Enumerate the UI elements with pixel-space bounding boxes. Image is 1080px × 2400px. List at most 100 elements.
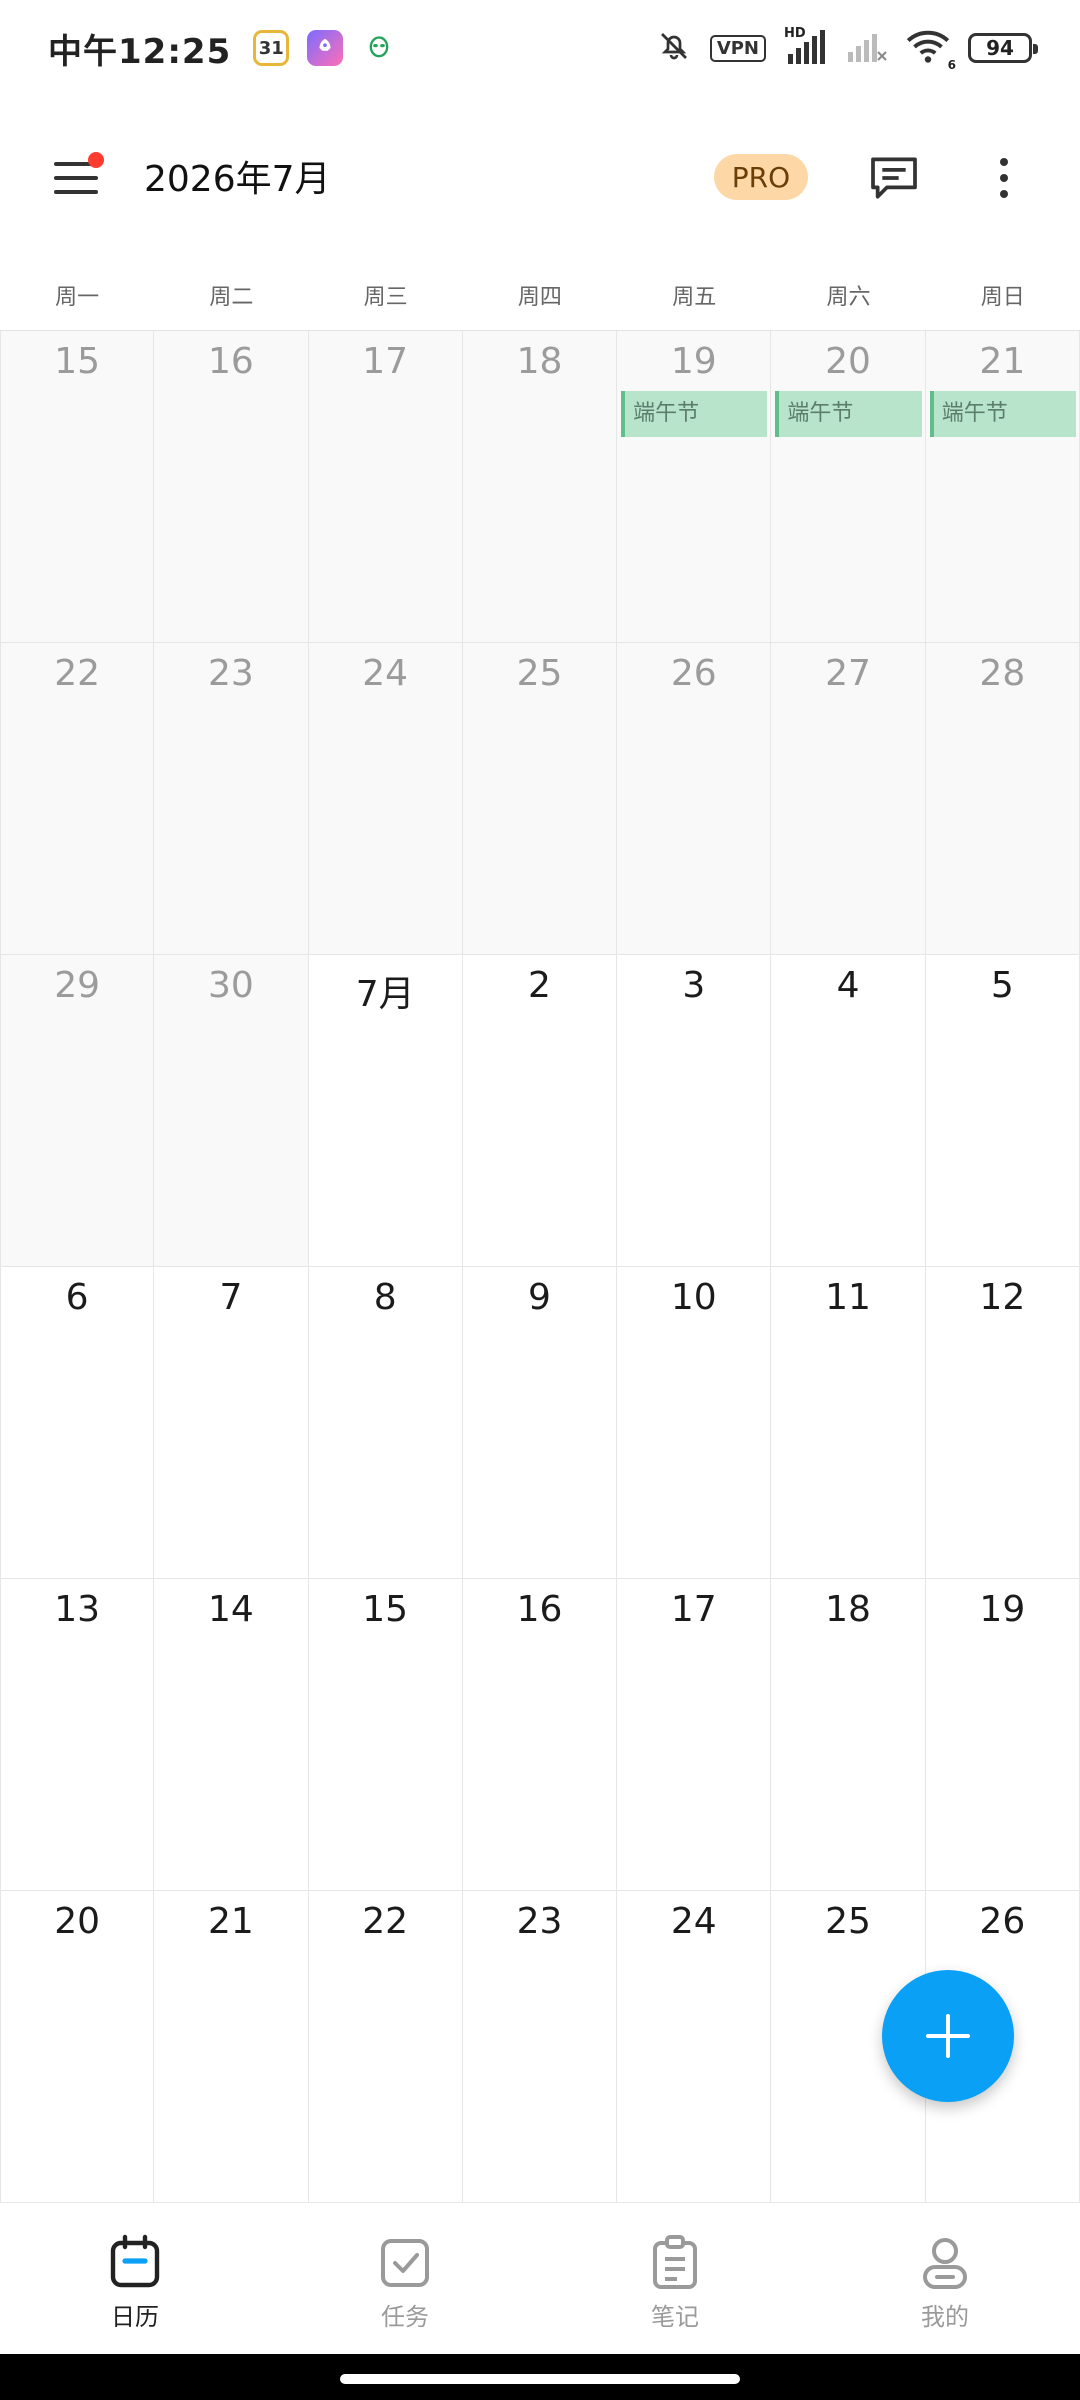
day-number: 15: [362, 1589, 409, 1630]
day-number: 16: [516, 1589, 563, 1630]
day-number: 4: [836, 965, 860, 1006]
calendar-day-cell[interactable]: 22: [308, 1891, 463, 2203]
system-gesture-area: [0, 2354, 1080, 2400]
calendar-day-cell[interactable]: 27: [771, 643, 926, 955]
nav-item-profile[interactable]: 我的: [810, 2203, 1080, 2355]
calendar-day-cell[interactable]: 9: [462, 1267, 618, 1579]
calendar-day-cell[interactable]: 7: [154, 1267, 309, 1579]
battery-indicator: 94: [968, 33, 1038, 63]
day-number: 21: [979, 341, 1026, 382]
calendar-app-screen: 中午12:25 31 VPN HD 6 94 2026年7月 PRO 周一 周二…: [0, 0, 1080, 2400]
day-number: 7月: [355, 974, 415, 1015]
calendar-day-cell[interactable]: 13: [0, 1579, 155, 1891]
signal-off-icon: [846, 28, 888, 68]
day-number: 16: [208, 341, 254, 382]
notification-dot: [88, 152, 104, 168]
day-number: 23: [516, 1901, 563, 1942]
nav-label: 日历: [111, 2303, 159, 2331]
calendar-day-cell[interactable]: 5: [925, 955, 1080, 1267]
calendar-day-cell[interactable]: 8: [308, 1267, 463, 1579]
day-number: 26: [979, 1901, 1026, 1942]
nav-label: 任务: [381, 2303, 429, 2331]
hd-label: HD: [784, 26, 806, 41]
rocket-app-icon: [307, 30, 344, 66]
calendar-day-cell[interactable]: 20: [0, 1891, 155, 2203]
nav-label: 我的: [921, 2303, 969, 2331]
calendar-day-cell[interactable]: 2: [462, 955, 618, 1267]
status-time: 中午12:25: [48, 31, 232, 72]
day-number: 2: [528, 965, 551, 1006]
calendar-icon: [110, 2234, 160, 2288]
calendar-day-cell[interactable]: 18: [771, 1579, 926, 1891]
alien-app-icon: [361, 30, 397, 66]
calendar-day-cell[interactable]: 24: [617, 1891, 772, 2203]
menu-button[interactable]: [44, 148, 104, 208]
day-number: 24: [670, 1901, 717, 1942]
calendar-day-cell[interactable]: 23: [154, 643, 309, 955]
wifi-sub-label: 6: [947, 58, 956, 72]
calendar-day-cell[interactable]: 7月: [308, 955, 463, 1267]
event-chip[interactable]: 端午节: [621, 391, 768, 437]
calendar-day-cell[interactable]: 28: [925, 643, 1080, 955]
add-event-button[interactable]: [882, 1970, 1014, 2102]
day-number: 10: [670, 1277, 717, 1318]
calendar-day-cell[interactable]: 20 端午节: [771, 331, 926, 643]
day-number: 25: [516, 653, 563, 694]
day-number: 14: [208, 1589, 254, 1630]
calendar-day-cell[interactable]: 26: [617, 643, 772, 955]
more-dot-icon: [1000, 174, 1008, 182]
month-title[interactable]: 2026年7月: [144, 150, 331, 202]
checkbox-icon: [381, 2239, 429, 2287]
day-number: 19: [670, 341, 717, 382]
weekday-label: 周五: [672, 285, 717, 310]
calendar-day-cell[interactable]: 15: [0, 331, 155, 643]
signal-hd-icon: HD: [784, 26, 828, 66]
event-chip[interactable]: 端午节: [929, 391, 1076, 437]
calendar-app-icon: 31: [253, 30, 290, 66]
calendar-day-cell[interactable]: 29: [0, 955, 155, 1267]
status-app-icons: 31: [253, 30, 397, 66]
calendar-day-cell[interactable]: 22: [0, 643, 155, 955]
calendar-day-cell[interactable]: 6: [0, 1267, 155, 1579]
more-options-button[interactable]: [976, 150, 1032, 206]
pro-button[interactable]: PRO: [714, 154, 808, 200]
chat-icon: [871, 157, 917, 199]
calendar-day-cell[interactable]: 19 端午节: [617, 331, 772, 643]
calendar-day-cell[interactable]: 21: [154, 1891, 309, 2203]
day-number: 5: [990, 965, 1014, 1006]
calendar-day-cell[interactable]: 17: [308, 331, 463, 643]
day-number: 19: [979, 1589, 1026, 1630]
calendar-day-cell[interactable]: 16: [154, 331, 309, 643]
day-number: 24: [362, 653, 409, 694]
day-number: 9: [528, 1277, 551, 1318]
calendar-day-cell[interactable]: 17: [617, 1579, 772, 1891]
day-number: 3: [682, 965, 706, 1006]
calendar-day-cell[interactable]: 24: [308, 643, 463, 955]
calendar-day-cell[interactable]: 23: [462, 1891, 618, 2203]
message-button[interactable]: [866, 150, 922, 206]
calendar-day-cell[interactable]: 3: [617, 955, 772, 1267]
nav-item-calendar[interactable]: 日历: [0, 2203, 270, 2355]
calendar-day-cell[interactable]: 18: [462, 331, 618, 643]
day-number: 18: [825, 1589, 871, 1630]
calendar-day-cell[interactable]: 19: [925, 1579, 1080, 1891]
day-number: 22: [362, 1901, 409, 1942]
calendar-day-cell[interactable]: 10: [617, 1267, 772, 1579]
calendar-day-cell[interactable]: 16: [462, 1579, 618, 1891]
calendar-day-cell[interactable]: 11: [771, 1267, 926, 1579]
weekday-label: 周一: [55, 285, 100, 310]
calendar-day-cell[interactable]: 21 端午节: [925, 331, 1080, 643]
day-number: 27: [825, 653, 871, 694]
calendar-day-cell[interactable]: 12: [925, 1267, 1080, 1579]
nav-item-tasks[interactable]: 任务: [270, 2203, 540, 2355]
event-chip[interactable]: 端午节: [775, 391, 922, 437]
day-number: 23: [208, 653, 254, 694]
home-gesture-bar[interactable]: [340, 2374, 740, 2384]
weekday-label: 周二: [209, 285, 254, 310]
calendar-day-cell[interactable]: 4: [771, 955, 926, 1267]
calendar-day-cell[interactable]: 25: [462, 643, 618, 955]
nav-item-notes[interactable]: 笔记: [540, 2203, 810, 2355]
calendar-day-cell[interactable]: 14: [154, 1579, 309, 1891]
calendar-day-cell[interactable]: 30: [154, 955, 309, 1267]
calendar-day-cell[interactable]: 15: [308, 1579, 463, 1891]
